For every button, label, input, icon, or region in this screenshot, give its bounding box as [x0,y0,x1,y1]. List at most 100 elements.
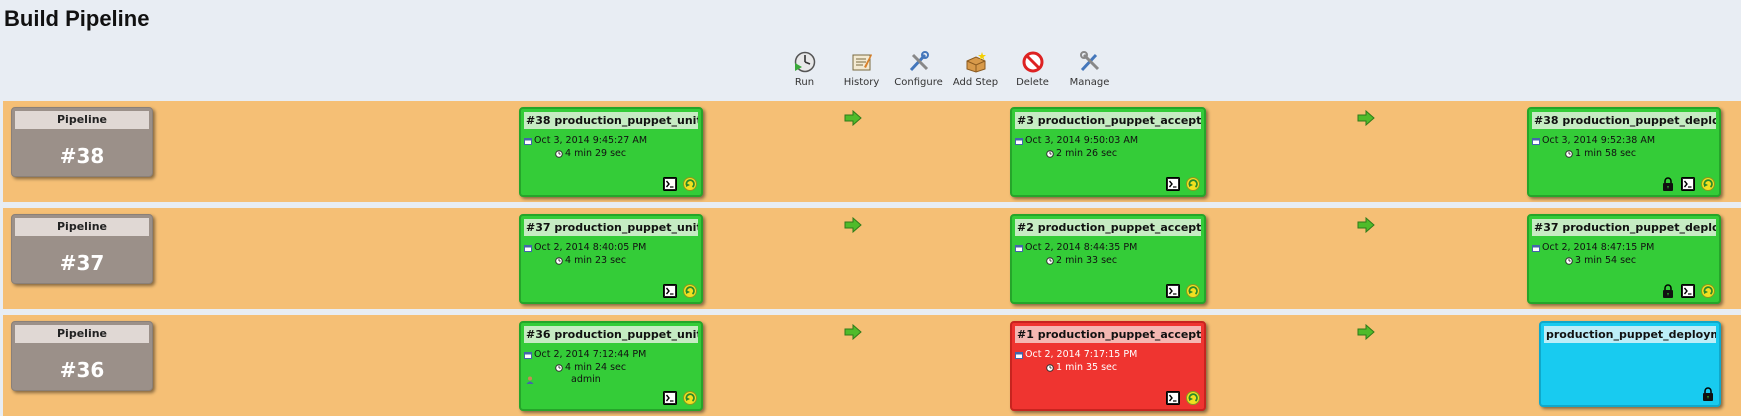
stage-duration-text: 1 min 58 sec [1575,148,1637,159]
configure-icon [909,51,929,72]
lock-icon[interactable] [1701,387,1715,401]
console-icon[interactable] [1166,177,1180,191]
delete-icon [1022,51,1043,73]
rerun-icon[interactable] [683,177,697,191]
console-icon[interactable] [1166,284,1180,298]
stage-title[interactable]: #38 production_puppet_deployment [1532,112,1716,129]
stage-duration: 2 min 26 sec [1046,148,1117,159]
user-icon [526,376,534,384]
stage-date: Oct 3, 2014 9:45:27 AM [524,135,647,146]
stage-card-success[interactable]: #36 production_puppet_unittest Oct 2, 201… [519,321,703,411]
stage-date-text: Oct 3, 2014 9:50:03 AM [1025,135,1139,146]
rerun-icon[interactable] [1186,284,1200,298]
lock-icon[interactable] [1661,284,1675,298]
stage-title[interactable]: #3 production_puppet_acceptance [1015,112,1201,129]
stage-card-success[interactable]: #3 production_puppet_acceptance Oct 3, 20… [1010,107,1206,197]
stage-date: Oct 3, 2014 9:50:03 AM [1015,135,1138,146]
rerun-icon[interactable] [1701,284,1715,298]
pipeline-label: Pipeline [15,111,149,129]
clock-icon [1565,149,1573,158]
stage-title[interactable]: #2 production_puppet_acceptance [1015,219,1201,236]
stage-card-success[interactable]: #37 production_puppet_deployment Oct 2, 2… [1527,214,1721,304]
stage-duration: 2 min 33 sec [1046,255,1117,266]
pipeline-row: Pipeline #37 #37 production_puppet_unittes… [3,208,1741,309]
manage-label: Manage [1069,77,1110,88]
stage-title[interactable]: #38 production_puppet_unittest [524,112,698,129]
delete-button[interactable]: Delete [1006,50,1059,88]
stage-card-success[interactable]: #2 production_puppet_acceptance Oct 2, 20… [1010,214,1206,304]
history-button[interactable]: History [835,50,888,88]
stage-date: Oct 2, 2014 8:47:15 PM [1532,242,1654,253]
calendar-icon [524,351,532,359]
stage-duration-text: 4 min 29 sec [565,148,627,159]
stage-card-success[interactable]: #37 production_puppet_unittest Oct 2, 201… [519,214,703,304]
rerun-icon[interactable] [1186,391,1200,405]
stage-title[interactable]: #36 production_puppet_unittest [524,326,698,343]
console-icon[interactable] [663,284,677,298]
stage-date: Oct 2, 2014 7:17:15 PM [1015,349,1137,360]
history-label: History [843,77,880,88]
pipeline-row: Pipeline #36 #36 production_puppet_unittes… [3,315,1741,416]
rerun-icon[interactable] [683,284,697,298]
stage-date: Oct 2, 2014 8:44:35 PM [1015,242,1137,253]
add-step-icon [966,52,986,73]
stage-duration: 3 min 54 sec [1565,255,1636,266]
stage-date-text: Oct 2, 2014 8:40:05 PM [534,242,647,253]
pipeline-label: Pipeline [15,218,149,236]
stage-user: admin [571,374,601,385]
add-step-button[interactable]: Add Step [949,50,1002,88]
stage-duration-text: 1 min 35 sec [1056,362,1118,373]
rerun-icon[interactable] [1701,177,1715,191]
pipeline-card[interactable]: Pipeline #38 [11,107,153,177]
pipeline-number: #37 [59,251,105,275]
lock-icon[interactable] [1661,177,1675,191]
stage-duration: 1 min 35 sec [1046,362,1117,373]
clock-icon [1046,149,1054,158]
calendar-icon [524,137,532,145]
clock-icon [1046,363,1054,372]
arrow-right-icon [844,324,862,340]
stage-date-text: Oct 2, 2014 8:44:35 PM [1025,242,1138,253]
arrow-right-icon [844,110,862,126]
arrow-right-icon [1357,324,1375,340]
stage-duration-text: 2 min 26 sec [1056,148,1118,159]
stage-title[interactable]: #37 production_puppet_deployment [1532,219,1716,236]
calendar-icon [1532,137,1540,145]
stage-title[interactable]: production_puppet_deployment [1544,326,1716,343]
console-icon[interactable] [1166,391,1180,405]
stage-date-text: Oct 3, 2014 9:45:27 AM [534,135,648,146]
stage-date: Oct 2, 2014 7:12:44 PM [524,349,646,360]
pipeline-number: #36 [59,358,105,382]
pipeline-card[interactable]: Pipeline #37 [11,214,153,284]
stage-card-success[interactable]: #38 production_puppet_unittest Oct 3, 201… [519,107,703,197]
stage-title[interactable]: #1 production_puppet_acceptance [1015,326,1201,343]
stage-duration: 4 min 24 sec [555,362,626,373]
stage-duration-text: 4 min 24 sec [565,362,627,373]
pipeline-label: Pipeline [15,325,149,343]
toolbar: Run History Configure Add Step Delete Ma… [778,50,1116,88]
stage-date-text: Oct 3, 2014 9:52:38 AM [1542,135,1656,146]
rerun-icon[interactable] [1186,177,1200,191]
pipeline-card[interactable]: Pipeline #36 [11,321,153,391]
stage-card-pending[interactable]: production_puppet_deployment [1539,321,1721,407]
run-button[interactable]: Run [778,50,831,88]
console-icon[interactable] [663,177,677,191]
pipeline-row: Pipeline #38 #38 production_puppet_unittes… [3,101,1741,202]
calendar-icon [1015,137,1023,145]
manage-icon [1079,51,1099,72]
console-icon[interactable] [663,391,677,405]
arrow-right-icon [1357,217,1375,233]
pipeline-number: #38 [59,144,105,168]
console-icon[interactable] [1681,284,1695,298]
console-icon[interactable] [1681,177,1695,191]
configure-button[interactable]: Configure [892,50,945,88]
manage-button[interactable]: Manage [1063,50,1116,88]
arrow-right-icon [1357,110,1375,126]
stage-date: Oct 2, 2014 8:40:05 PM [524,242,646,253]
stage-duration-text: 4 min 23 sec [565,255,627,266]
stage-card-success[interactable]: #38 production_puppet_deployment Oct 3, 2… [1527,107,1721,197]
stage-title[interactable]: #37 production_puppet_unittest [524,219,698,236]
stage-card-failed[interactable]: #1 production_puppet_acceptance Oct 2, 20… [1010,321,1206,411]
rerun-icon[interactable] [683,391,697,405]
page-title: Build Pipeline [4,6,150,31]
